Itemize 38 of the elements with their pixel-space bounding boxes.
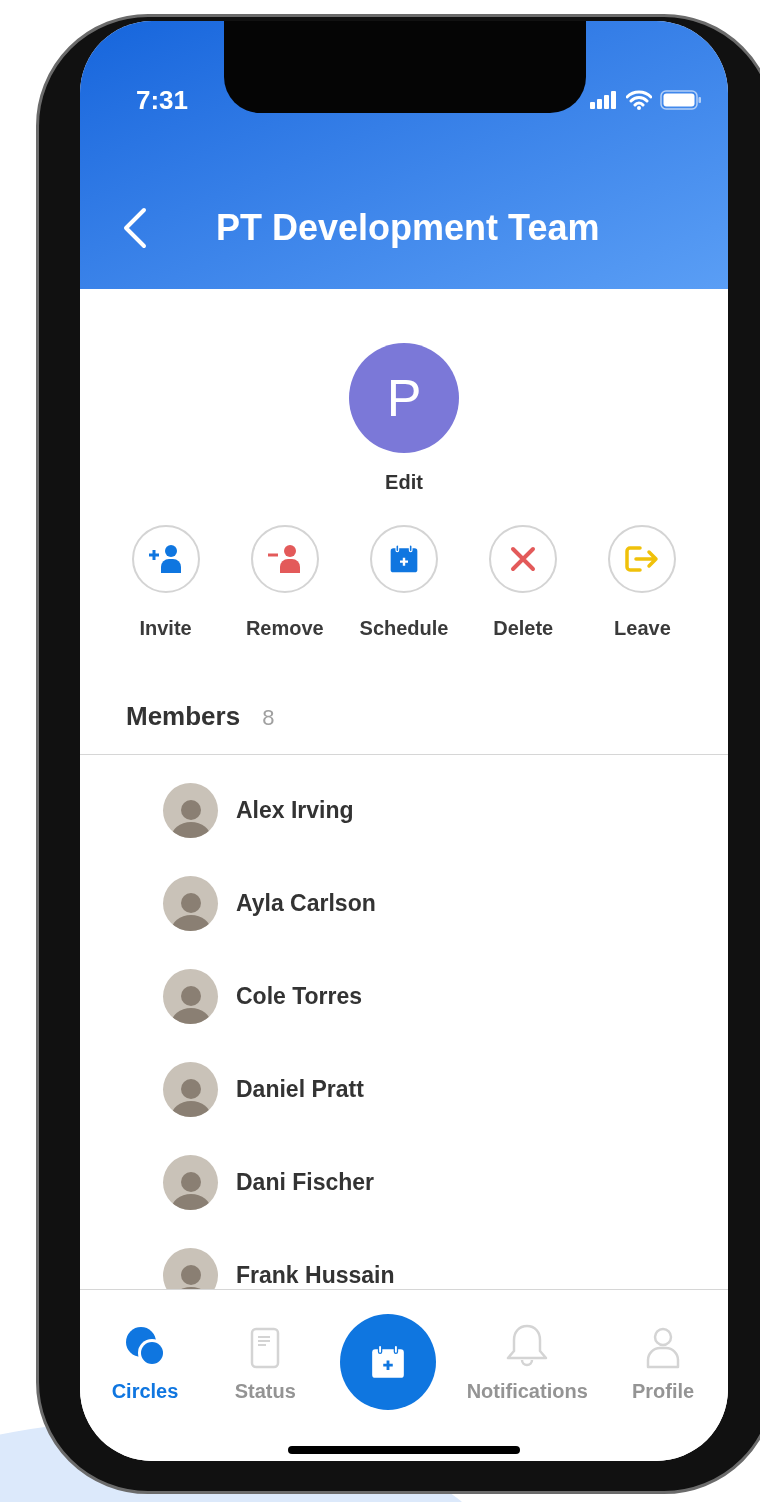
avatar-placeholder bbox=[163, 876, 218, 931]
member-row[interactable]: Alex Irving bbox=[163, 783, 645, 838]
avatar-placeholder bbox=[163, 1248, 218, 1289]
avatar-placeholder bbox=[163, 969, 218, 1024]
member-name: Ayla Carlson bbox=[236, 889, 376, 919]
member-name: Frank Hussain bbox=[236, 1261, 395, 1289]
group-avatar[interactable]: P bbox=[349, 343, 459, 453]
tab-item[interactable]: Circles bbox=[100, 1310, 190, 1406]
document-icon bbox=[249, 1326, 282, 1370]
calendar-add-icon bbox=[388, 543, 420, 575]
members-count: 8 bbox=[262, 704, 275, 732]
wifi-icon bbox=[626, 90, 652, 110]
action-label: Schedule bbox=[359, 616, 449, 641]
member-row[interactable]: Daniel Pratt bbox=[163, 1062, 645, 1117]
member-row[interactable]: Cole Torres bbox=[163, 969, 645, 1024]
member-row[interactable]: Dani Fischer bbox=[163, 1155, 645, 1210]
member-row[interactable]: Ayla Carlson bbox=[163, 876, 645, 931]
person-icon bbox=[645, 1326, 681, 1370]
avatar-placeholder bbox=[163, 783, 218, 838]
signal-icon bbox=[590, 91, 618, 109]
member-name: Cole Torres bbox=[236, 982, 363, 1012]
back-icon bbox=[122, 207, 148, 249]
member-name: Daniel Pratt bbox=[236, 1075, 364, 1105]
member-name: Alex Irving bbox=[236, 796, 354, 826]
edit-link[interactable]: Edit bbox=[385, 467, 423, 497]
screen-title: PT Development Team bbox=[216, 206, 600, 250]
status-time: 7:31 bbox=[136, 83, 189, 117]
member-name: Dani Fischer bbox=[236, 1168, 375, 1198]
members-heading: Members bbox=[126, 700, 241, 733]
action-label: Invite bbox=[139, 616, 192, 641]
battery-icon bbox=[660, 90, 702, 110]
exit-icon bbox=[624, 544, 661, 574]
action-label: Remove bbox=[245, 616, 324, 641]
avatar-placeholder bbox=[163, 1155, 218, 1210]
action-label: Leave bbox=[614, 616, 671, 641]
action-label: Delete bbox=[493, 616, 554, 641]
avatar-placeholder bbox=[163, 1062, 218, 1117]
close-icon bbox=[510, 546, 537, 572]
